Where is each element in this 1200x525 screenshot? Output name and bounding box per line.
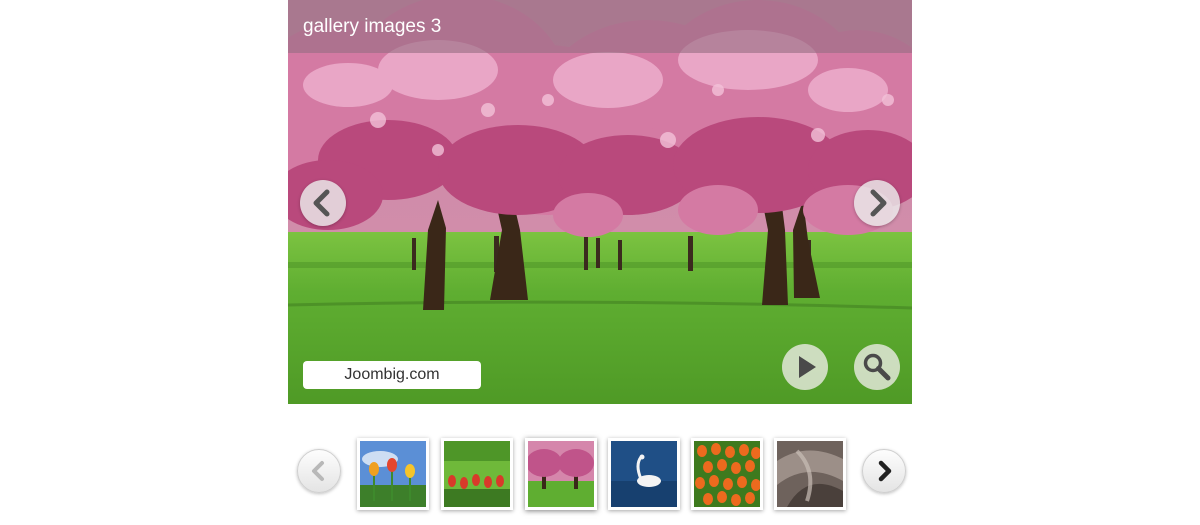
thumbs-next-button[interactable]	[862, 449, 906, 493]
slide-title: gallery images 3	[303, 16, 442, 37]
thumbnail-image	[694, 441, 760, 507]
thumbnail-orange-tulips[interactable]	[691, 438, 763, 510]
thumbnail-image	[360, 441, 426, 507]
chevron-left-icon	[312, 461, 324, 481]
thumbnail-strip	[0, 430, 1200, 520]
thumbnail-image	[528, 441, 594, 507]
thumbnail-tulips-lawn[interactable]	[441, 438, 513, 510]
slideshow-stage: gallery images 3 Joombig.com	[288, 0, 912, 404]
thumbnail-cherry-trees[interactable]	[525, 438, 597, 510]
thumbnail-image	[444, 441, 510, 507]
zoom-button[interactable]	[854, 344, 900, 390]
thumbnail-image	[777, 441, 843, 507]
thumbs-prev-button[interactable]	[297, 449, 341, 493]
chevron-right-icon	[870, 189, 887, 217]
magnifier-icon	[863, 353, 891, 381]
slide-caption: Joombig.com	[303, 361, 481, 389]
thumbnail-tulips-sky[interactable]	[357, 438, 429, 510]
play-icon	[799, 356, 816, 378]
thumbnail-abstract-swirl[interactable]	[774, 438, 846, 510]
play-button[interactable]	[782, 344, 828, 390]
slide-title-bar: gallery images 3	[288, 0, 912, 53]
prev-slide-button[interactable]	[300, 180, 346, 226]
next-slide-button[interactable]	[854, 180, 900, 226]
chevron-right-icon	[878, 460, 892, 482]
thumbnail-image	[611, 441, 677, 507]
thumbnail-swan[interactable]	[608, 438, 680, 510]
chevron-left-icon	[313, 189, 330, 217]
